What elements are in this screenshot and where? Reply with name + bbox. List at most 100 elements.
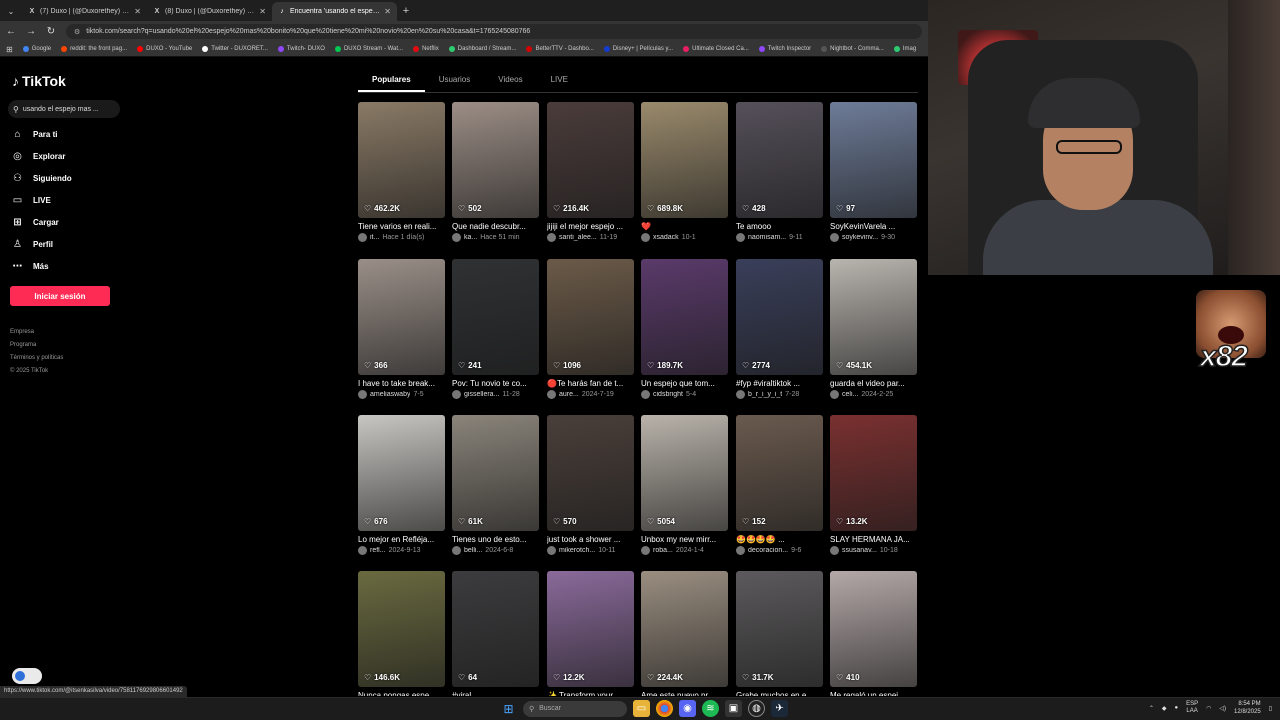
video-card[interactable]: ♡ 224.4K Ame este nuevo pr... [641,571,728,696]
wifi-icon[interactable]: ◠ [1206,705,1211,712]
video-caption[interactable]: just took a shower ... [547,535,634,544]
video-thumbnail[interactable]: ♡ 224.4K [641,571,728,687]
video-caption[interactable]: I have to take break... [358,379,445,388]
video-thumbnail[interactable]: ♡ 689.8K [641,102,728,218]
video-thumbnail[interactable]: ♡ 502 [452,102,539,218]
avatar[interactable] [641,546,650,555]
avatar[interactable] [452,546,461,555]
video-card[interactable]: ♡ 5054 Unbox my new mirr... roba... 2024-1-4 [641,415,728,555]
video-author[interactable]: soykevinv... [842,234,878,241]
url-field[interactable]: ⚙ tiktok.com/search?q=usando%20el%20espe… [66,24,922,39]
login-button[interactable]: Iniciar sesión [10,286,110,306]
bookmark-item[interactable]: DUXO Stream - Wat... [334,46,403,52]
spotify-icon[interactable]: ≋ [702,700,719,717]
video-author[interactable]: roba... [653,547,673,554]
video-caption[interactable]: #fyp #viraltiktok ... [736,379,823,388]
video-card[interactable]: ♡ 454.1K guarda el video par... celi... 2024… [830,259,917,399]
video-card[interactable]: ♡ 366 I have to take break... ameliaswaby 7-… [358,259,445,399]
avatar[interactable] [452,390,461,399]
bookmark-item[interactable]: Twitch- DUXO [277,46,325,52]
browser-tab[interactable]: X (7) Duxo | (@Duxorethey) / X ✕ [22,2,147,21]
avatar[interactable] [547,390,556,399]
video-author[interactable]: b_r_i_y_i_t [748,391,782,398]
tab-usuarios[interactable]: Usuarios [425,70,485,92]
video-caption[interactable]: ✨ Transform your ... [547,691,634,696]
sidebar-item[interactable]: ▭ LIVE [12,195,51,206]
video-thumbnail[interactable]: ♡ 570 [547,415,634,531]
video-card[interactable]: ♡ 570 just took a shower ... mikerotch... 10… [547,415,634,555]
video-card[interactable]: ♡ 64 #viral [452,571,539,696]
file-explorer-icon[interactable]: ▭ [633,700,650,717]
bookmark-item[interactable]: reddit: the front pag... [61,46,127,52]
video-card[interactable]: ♡ 216.4K jijiji el mejor espejo ... santi_a… [547,102,634,242]
video-author[interactable]: aure... [559,391,579,398]
video-thumbnail[interactable]: ♡ 13.2K [830,415,917,531]
video-thumbnail[interactable]: ♡ 2774 [736,259,823,375]
video-caption[interactable]: Grabe muchos en e... [736,691,823,696]
windows-start-icon[interactable]: ⊞ [500,700,517,717]
browser-tab[interactable]: ♪ Encuentra 'usando el espejo m... ✕ [272,2,397,21]
avatar[interactable] [547,546,556,555]
video-author[interactable]: ameliaswaby [370,391,410,398]
language-indicator[interactable]: ESP LAA [1186,701,1198,715]
video-card[interactable]: ♡ 428 Te amooo naomisam... 9-11 [736,102,823,242]
sidebar-item[interactable]: ⌂ Para ti [12,129,57,140]
notification-icon[interactable]: ▯ [1269,705,1272,712]
avatar[interactable] [830,390,839,399]
sidebar-item[interactable]: ♙ Perfil [12,239,53,250]
avatar[interactable] [641,390,650,399]
video-author[interactable]: refl... [370,547,386,554]
avatar[interactable] [830,546,839,555]
sidebar-item[interactable]: ⊞ Cargar [12,217,59,228]
video-card[interactable]: ♡ 1096 🔴Te harás fan de t... aure... 2024-7-… [547,259,634,399]
video-card[interactable]: ♡ 410 Me regaló un espej... [830,571,917,696]
video-caption[interactable]: 🤩🤩🤩🤩 ... [736,535,823,544]
video-card[interactable]: ♡ 31.7K Grabe muchos en e... [736,571,823,696]
video-card[interactable]: ♡ 502 Que nadie descubr... ka... Hace 51 min [452,102,539,242]
avatar[interactable] [736,546,745,555]
sidebar-item[interactable]: ◎ Explorar [12,151,65,162]
video-card[interactable]: ♡ 189.7K Un espejo que tom... cidsbright 5-4 [641,259,728,399]
video-thumbnail[interactable]: ♡ 1096 [547,259,634,375]
volume-icon[interactable]: ◁) [1219,705,1226,712]
video-thumbnail[interactable]: ♡ 216.4K [547,102,634,218]
footer-link-programa[interactable]: Programa [10,339,63,352]
video-author[interactable]: belli... [464,547,482,554]
bookmark-item[interactable]: Ultimate Closed Ca... [683,46,749,52]
video-thumbnail[interactable]: ♡ 61K [452,415,539,531]
bookmark-item[interactable]: Google [22,46,51,52]
footer-link-terms[interactable]: Términos y políticas [10,352,63,365]
video-author[interactable]: ka... [464,234,477,241]
video-author[interactable]: decoracion... [748,547,788,554]
video-card[interactable]: ♡ 241 Pov: Tu novio te co... gissellera... 1… [452,259,539,399]
terminal-icon[interactable]: ▣ [725,700,742,717]
bookmark-item[interactable]: DUXO - YouTube [137,46,192,52]
video-thumbnail[interactable]: ♡ 410 [830,571,917,687]
forward-icon[interactable]: → [26,26,36,37]
browser-tab[interactable]: X (8) Duxo | (@Duxorethey) / X ✕ [147,2,272,21]
video-thumbnail[interactable]: ♡ 241 [452,259,539,375]
site-info-icon[interactable]: ⚙ [74,28,80,36]
tab-search-chevron-icon[interactable]: ⌄ [0,2,22,21]
video-thumbnail[interactable]: ♡ 366 [358,259,445,375]
video-caption[interactable]: Nunca pongas espe... [358,691,445,696]
tab-videos[interactable]: Videos [484,70,536,92]
video-thumbnail[interactable]: ♡ 189.7K [641,259,728,375]
bookmark-item[interactable]: Dashboard / Stream... [448,46,516,52]
avatar[interactable] [358,233,367,242]
video-thumbnail[interactable]: ♡ 146.6K [358,571,445,687]
video-caption[interactable]: Pov: Tu novio te co... [452,379,539,388]
video-caption[interactable]: Tiene varios en reali... [358,222,445,231]
avatar[interactable] [736,390,745,399]
video-author[interactable]: xsadack [653,234,679,241]
video-card[interactable]: ♡ 152 🤩🤩🤩🤩 ... decoracion... 9-6 [736,415,823,555]
video-author[interactable]: it... [370,234,379,241]
network-icon[interactable]: ◆ [1162,705,1167,712]
video-thumbnail[interactable]: ♡ 152 [736,415,823,531]
close-tab-icon[interactable]: ✕ [134,7,141,16]
bookmark-item[interactable]: Nightbot - Comma... [821,46,884,52]
video-author[interactable]: naomisam... [748,234,786,241]
mic-icon[interactable]: ● [1174,705,1178,711]
taskbar-search[interactable]: ⚲ Buscar [523,700,627,717]
close-tab-icon[interactable]: ✕ [384,7,391,16]
